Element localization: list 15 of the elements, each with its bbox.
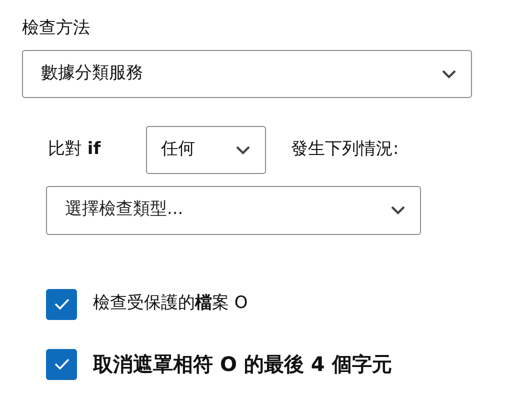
checkbox[interactable] [46,348,77,380]
chevron-down-icon [235,144,251,154]
condition-label: 發生下列情況: [291,138,399,161]
field-label: 檢查方法 [22,17,91,40]
checkmark-icon [54,358,70,370]
checkbox[interactable] [46,288,77,320]
checkbox-label: 檢查受保護的檔案 O [93,292,248,316]
dropdown[interactable]: 選擇檢查類型... [46,186,421,234]
dropdown[interactable]: 數據分類服務 [22,50,472,98]
checkmark-icon [54,298,70,310]
checkbox-label: 取消遮罩相符 O 的最後 4 個字元 [93,351,392,378]
chevron-down-icon [441,68,457,78]
match-label: 比對 if [48,138,102,161]
chevron-down-icon [390,205,406,215]
dropdown[interactable]: 任何 [146,126,266,174]
